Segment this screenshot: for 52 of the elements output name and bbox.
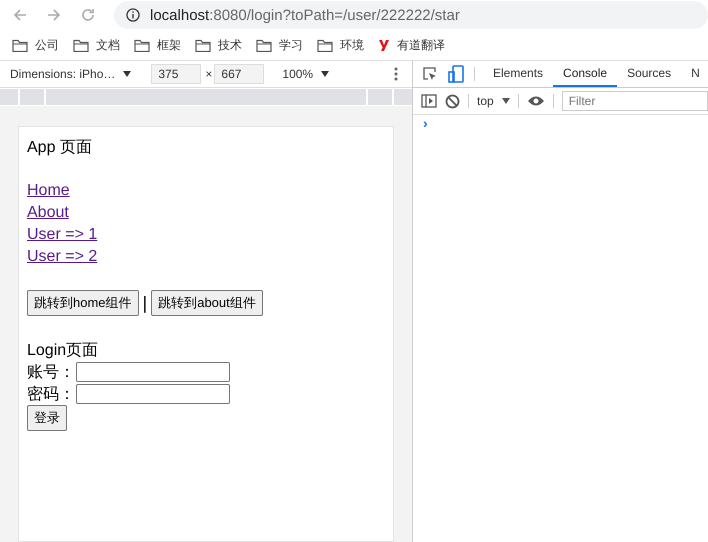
more-icon[interactable] <box>394 67 398 81</box>
bookmark[interactable]: 学习 <box>256 36 303 54</box>
height-field[interactable]: 667 <box>214 64 264 84</box>
caret-icon[interactable] <box>502 98 510 104</box>
folder-icon[interactable] <box>317 38 333 52</box>
field-label: 密码： <box>27 384 75 404</box>
devtools-tab[interactable]: Console <box>553 61 618 87</box>
url-text: localhost:8080/login?toPath=/user/222222/star <box>150 6 460 24</box>
bookmark[interactable]: 框架 <box>134 36 181 54</box>
devtools-tab[interactable]: N <box>681 61 708 87</box>
sidebar-icon[interactable] <box>421 93 437 109</box>
page-title: App 页面 <box>27 138 93 158</box>
devtools-tab[interactable]: Sources <box>617 61 682 87</box>
login-title: Login页面 <box>27 341 100 361</box>
separator-text: | <box>142 292 148 314</box>
eye-icon[interactable] <box>526 95 545 107</box>
nav-link[interactable]: Home <box>27 180 70 202</box>
folder-icon[interactable] <box>195 38 211 52</box>
folder-icon[interactable] <box>256 38 272 52</box>
folder-icon[interactable] <box>73 38 89 52</box>
folder-icon[interactable] <box>12 38 28 52</box>
bookmark[interactable]: 技术 <box>195 36 242 54</box>
bookmark[interactable]: 文档 <box>73 36 120 54</box>
zoom-dropdown[interactable]: 100% <box>282 67 330 81</box>
clear-icon[interactable] <box>445 94 460 108</box>
input-field[interactable] <box>76 384 230 404</box>
y-logo-icon[interactable] <box>378 38 390 52</box>
login-button[interactable]: 登录 <box>27 405 67 431</box>
field-label: 账号： <box>27 362 75 382</box>
address-bar[interactable]: localhost:8080/login?toPath=/user/222222/star <box>114 1 708 29</box>
caret-icon[interactable] <box>123 71 132 77</box>
context-dropdown[interactable]: top <box>477 88 510 114</box>
filter-field[interactable]: Filter <box>562 91 708 111</box>
route-button[interactable]: 跳转到home组件 <box>27 290 139 316</box>
input-field[interactable] <box>76 362 230 382</box>
width-field[interactable]: 375 <box>151 64 202 84</box>
nav-link[interactable]: User => 2 <box>27 246 98 268</box>
devtools-tab[interactable]: Elements <box>483 61 554 87</box>
bookmark[interactable]: 公司 <box>12 36 59 54</box>
device-dropdown[interactable]: Dimensions: iPho… <box>10 67 132 81</box>
nav-link[interactable]: User => 1 <box>27 224 98 246</box>
bookmark[interactable]: 有道翻译 <box>378 36 445 54</box>
inspect-icon[interactable] <box>422 66 438 82</box>
console-prompt: › <box>422 115 429 131</box>
device-icon[interactable] <box>448 65 464 83</box>
times-sign: × <box>205 67 212 81</box>
bookmark[interactable]: 环境 <box>317 36 364 54</box>
info-icon[interactable] <box>126 8 140 22</box>
folder-icon[interactable] <box>134 38 150 52</box>
nav-link[interactable]: About <box>27 202 69 224</box>
caret-icon[interactable] <box>321 71 330 77</box>
route-button[interactable]: 跳转到about组件 <box>151 290 263 316</box>
